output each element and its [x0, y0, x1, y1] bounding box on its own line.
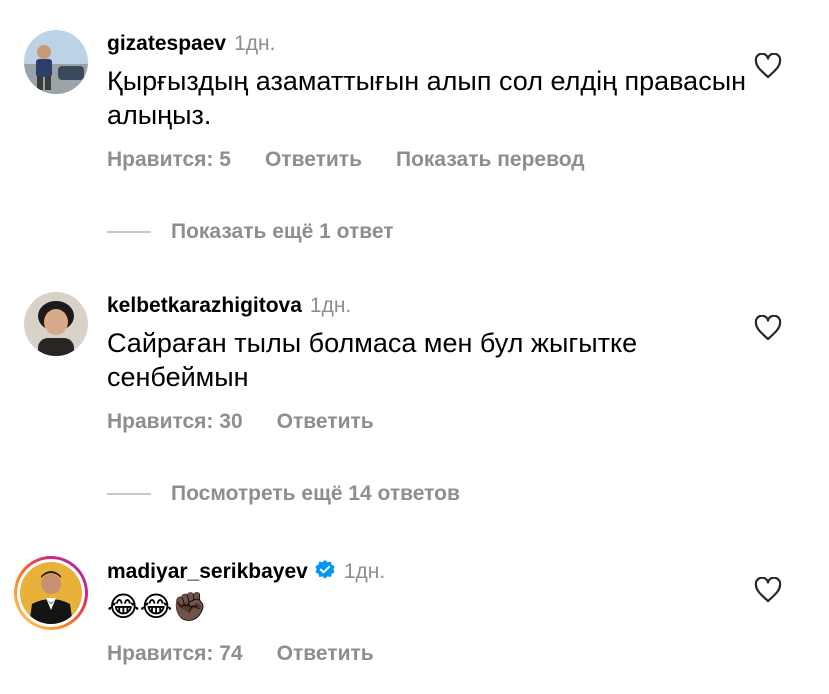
comment-header: gizatespaev 1дн. — [107, 32, 275, 56]
comment-actions: Нравится: 30 Ответить — [107, 410, 408, 434]
heart-icon[interactable] — [754, 53, 782, 79]
thread-divider — [107, 493, 151, 495]
username[interactable]: kelbetkarazhigitova — [107, 294, 302, 318]
view-replies-label: Посмотреть ещё 14 ответов — [171, 482, 460, 505]
comment-text: 😂😂✊🏿 — [107, 590, 208, 623]
verified-badge-icon — [315, 560, 335, 579]
reply-button[interactable]: Ответить — [277, 642, 374, 666]
timestamp: 1дн. — [234, 32, 276, 55]
view-replies-label: Показать ещё 1 ответ — [171, 220, 394, 243]
timestamp: 1дн. — [309, 294, 352, 317]
timestamp: 1дн. — [343, 560, 386, 583]
username[interactable]: gizatespaev — [107, 32, 226, 56]
comment-actions: Нравится: 74 Ответить — [107, 642, 408, 666]
reply-button[interactable]: Ответить — [277, 410, 374, 434]
comment-item: kelbetkarazhigitova 1дн. Сайраған тылы б… — [0, 280, 829, 440]
view-replies-button[interactable]: Показать ещё 1 ответ — [107, 220, 394, 244]
comment-item: madiyar_serikbayev 1дн. 😂😂✊🏿 Нравится: 7… — [0, 540, 829, 694]
avatar[interactable] — [12, 554, 90, 632]
translate-button[interactable]: Показать перевод — [396, 148, 585, 172]
thread-divider — [107, 231, 151, 233]
avatar[interactable] — [24, 292, 88, 356]
comment-text: Қырғыздың азаматтығын алып сол елдің пра… — [107, 66, 747, 130]
comment-item: gizatespaev 1дн. Қырғыздың азаматтығын а… — [0, 0, 829, 200]
heart-icon[interactable] — [754, 577, 782, 603]
reply-button[interactable]: Ответить — [265, 148, 362, 172]
view-replies-button[interactable]: Посмотреть ещё 14 ответов — [107, 482, 460, 506]
comment-header: kelbetkarazhigitova 1дн. — [107, 294, 351, 318]
likes-count[interactable]: Нравится: 5 — [107, 148, 231, 172]
heart-icon[interactable] — [754, 315, 782, 341]
comment-actions: Нравится: 5 Ответить Показать перевод — [107, 148, 619, 172]
avatar[interactable] — [24, 30, 88, 94]
likes-count[interactable]: Нравится: 74 — [107, 642, 243, 666]
likes-count[interactable]: Нравится: 30 — [107, 410, 243, 434]
comment-header: madiyar_serikbayev 1дн. — [107, 556, 385, 584]
username[interactable]: madiyar_serikbayev — [107, 560, 308, 584]
comment-text: Сайраған тылы болмаса мен бул жыгытке се… — [107, 328, 638, 392]
